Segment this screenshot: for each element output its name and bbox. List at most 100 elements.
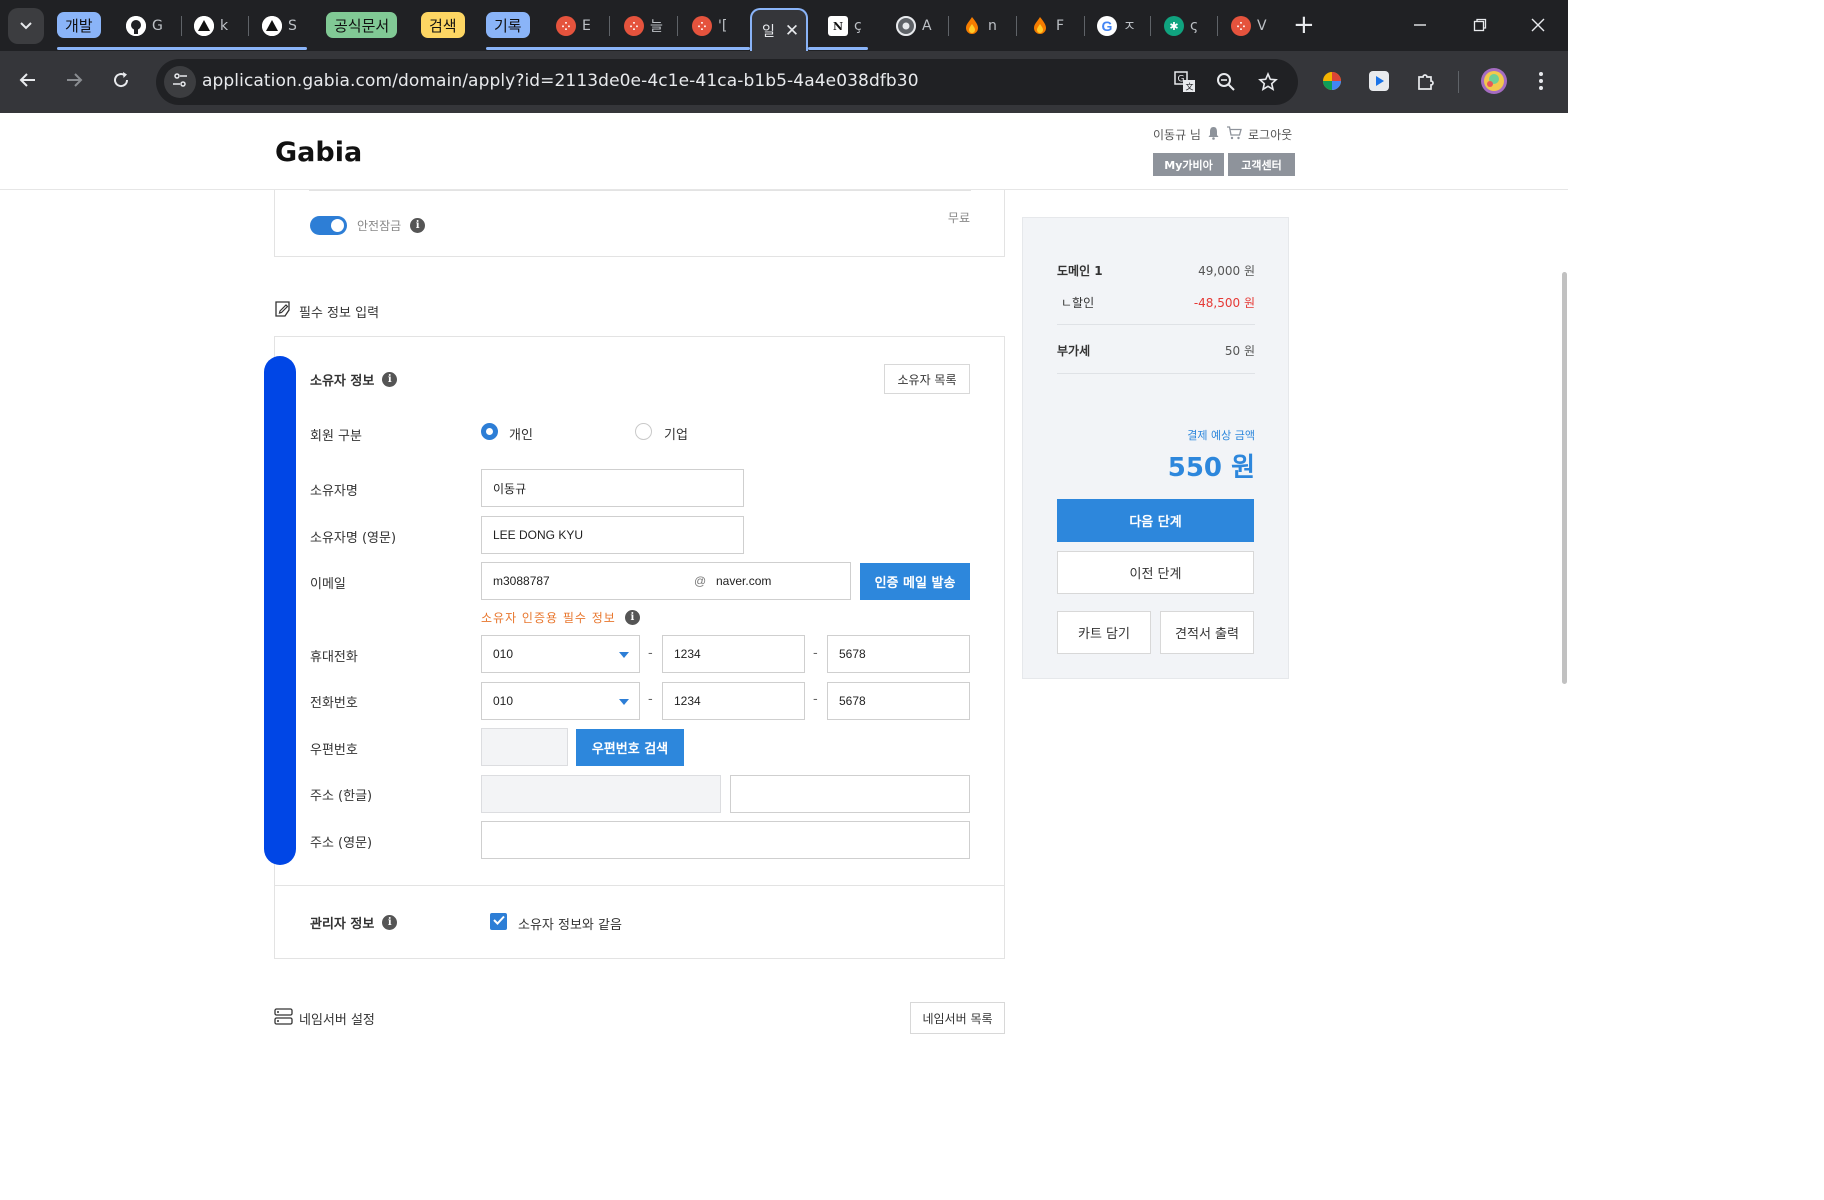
summary-domain-row: 도메인 1 49,000 원 <box>1057 262 1255 279</box>
forward-button[interactable] <box>57 65 91 99</box>
tab-search-button[interactable] <box>8 8 44 44</box>
email-domain-input[interactable]: naver.com <box>716 574 771 588</box>
tab-title: 늘 <box>650 19 663 35</box>
radio-individual[interactable] <box>481 423 498 440</box>
tab-google[interactable]: G ㅈ <box>1091 14 1145 38</box>
restore-icon <box>1473 16 1487 37</box>
postal-search-button[interactable]: 우편번호 검색 <box>576 729 684 766</box>
info-icon[interactable]: i <box>382 372 398 387</box>
tab-chrome[interactable]: A <box>890 14 944 38</box>
kebab-menu-icon[interactable] <box>1527 67 1555 95</box>
owner-name-en-input[interactable]: LEE DONG KYU <box>481 516 744 554</box>
color-picker-extension-icon[interactable] <box>1318 67 1346 95</box>
print-quote-button[interactable]: 견적서 출력 <box>1160 611 1254 654</box>
address-en-input[interactable] <box>481 821 970 859</box>
info-icon[interactable]: i <box>624 610 640 625</box>
new-tab-button[interactable]: + <box>1293 12 1315 38</box>
summary-divider <box>1057 324 1255 325</box>
info-icon[interactable]: i <box>382 915 398 930</box>
same-as-owner-label[interactable]: 소유자 정보와 같음 <box>518 914 622 933</box>
close-window-button[interactable] <box>1508 8 1568 44</box>
extensions-puzzle-icon[interactable] <box>1412 67 1440 95</box>
tab-divider <box>948 16 949 36</box>
add-to-cart-button[interactable]: 카트 담기 <box>1057 611 1151 654</box>
tab-vercel-2[interactable]: S <box>256 14 310 38</box>
tab-group-search[interactable]: 검색 <box>421 12 465 38</box>
zoom-icon[interactable] <box>1214 70 1238 94</box>
restore-button[interactable] <box>1450 8 1510 44</box>
profile-avatar[interactable] <box>1480 67 1508 95</box>
address-ko-detail-input[interactable] <box>730 775 970 813</box>
tab-tistory-1[interactable]: ⁘ E <box>550 14 604 38</box>
back-button[interactable] <box>11 65 45 99</box>
tab-group-records[interactable]: 기록 <box>486 12 530 38</box>
site-info-button[interactable] <box>164 66 196 98</box>
bookmark-star-icon[interactable] <box>1256 70 1280 94</box>
reload-button[interactable] <box>104 65 138 99</box>
address-bar[interactable]: application.gabia.com/domain/apply?id=21… <box>156 59 1298 105</box>
active-tab[interactable]: 일 ✕ <box>750 8 808 52</box>
info-icon[interactable]: i <box>410 218 426 233</box>
tab-strip: 개발 G k S 공식문서 검색 기록 ⁘ E ⁘ 늘 ⁘ '[ 일 ✕ N ç… <box>0 0 1568 52</box>
tab-title: G <box>152 18 163 34</box>
postal-code-input[interactable] <box>481 728 568 766</box>
radio-company-label[interactable]: 기업 <box>664 424 688 443</box>
phone-prefix-select[interactable]: 010 <box>481 682 640 720</box>
same-as-owner-checkbox[interactable] <box>490 913 507 930</box>
dash-separator: - <box>813 692 818 707</box>
tab-divider <box>677 16 678 36</box>
radio-individual-label[interactable]: 개인 <box>509 424 533 443</box>
order-summary: 도메인 1 49,000 원 ㄴ할인 -48,500 원 부가세 50 원 결제… <box>1022 217 1289 679</box>
tab-vercel-1[interactable]: k <box>188 14 242 38</box>
summary-vat-price: 50 원 <box>1224 344 1255 358</box>
play-extension-icon[interactable] <box>1365 67 1393 95</box>
firebase-icon <box>1030 16 1050 36</box>
bell-icon[interactable] <box>1207 126 1220 143</box>
nameserver-list-button[interactable]: 네임서버 목록 <box>910 1002 1005 1034</box>
owner-title: 소유자 정보 <box>310 374 375 389</box>
estimated-amount: 550 원 <box>1167 453 1255 483</box>
mobile-last-input[interactable]: 5678 <box>827 635 970 673</box>
prev-step-button[interactable]: 이전 단계 <box>1057 551 1254 594</box>
site-header: Gabia 이동규 님 로그아웃 My가비아 고객센터 <box>0 113 1568 190</box>
tab-tistory-2[interactable]: ⁘ 늘 <box>618 14 672 38</box>
tab-github[interactable]: G <box>120 14 174 38</box>
send-verification-email-button[interactable]: 인증 메일 발송 <box>860 563 970 600</box>
gabia-logo[interactable]: Gabia <box>275 137 362 168</box>
support-button[interactable]: 고객센터 <box>1228 153 1295 176</box>
tab-firebase-1[interactable]: n <box>956 14 1010 38</box>
summary-discount-label: ㄴ할인 <box>1061 296 1095 310</box>
radio-company[interactable] <box>635 423 652 440</box>
tab-tistory-3[interactable]: ⁘ '[ <box>686 14 740 38</box>
owner-name-input[interactable]: 이동규 <box>481 469 744 507</box>
safe-lock-toggle[interactable] <box>310 216 347 235</box>
address-ko-input[interactable] <box>481 775 721 813</box>
url-text[interactable]: application.gabia.com/domain/apply?id=21… <box>202 71 919 91</box>
owner-list-button[interactable]: 소유자 목록 <box>884 364 970 394</box>
tab-notion[interactable]: N ç <box>822 14 876 38</box>
tab-firebase-2[interactable]: F <box>1024 14 1078 38</box>
tab-tistory-4[interactable]: ⁘ V <box>1225 14 1279 38</box>
tab-group-dev[interactable]: 개발 <box>57 12 101 38</box>
cart-icon[interactable] <box>1226 126 1242 143</box>
tab-group-underline <box>808 47 868 50</box>
email-local-input[interactable]: m3088787 <box>493 574 550 588</box>
mobile-middle-input[interactable]: 1234 <box>662 635 805 673</box>
translate-icon[interactable]: G文 <box>1173 70 1197 94</box>
tab-group-docs[interactable]: 공식문서 <box>326 12 398 38</box>
phone-middle-input[interactable]: 1234 <box>662 682 805 720</box>
mobile-prefix-select[interactable]: 010 <box>481 635 640 673</box>
scrollbar-thumb[interactable] <box>1562 272 1567 684</box>
panel-divider <box>275 885 1004 886</box>
my-gabia-button[interactable]: My가비아 <box>1153 153 1224 176</box>
phone-last-input[interactable]: 5678 <box>827 682 970 720</box>
tab-divider <box>181 16 182 36</box>
server-icon <box>274 1008 293 1029</box>
close-icon[interactable]: ✕ <box>785 21 799 41</box>
tab-chatgpt[interactable]: ✱ ς <box>1158 14 1212 38</box>
minimize-button[interactable] <box>1390 8 1450 44</box>
section-highlight-bar <box>264 356 296 865</box>
tab-group-label: 공식문서 <box>334 16 390 35</box>
next-step-button[interactable]: 다음 단계 <box>1057 499 1254 542</box>
logout-link[interactable]: 로그아웃 <box>1248 126 1292 143</box>
